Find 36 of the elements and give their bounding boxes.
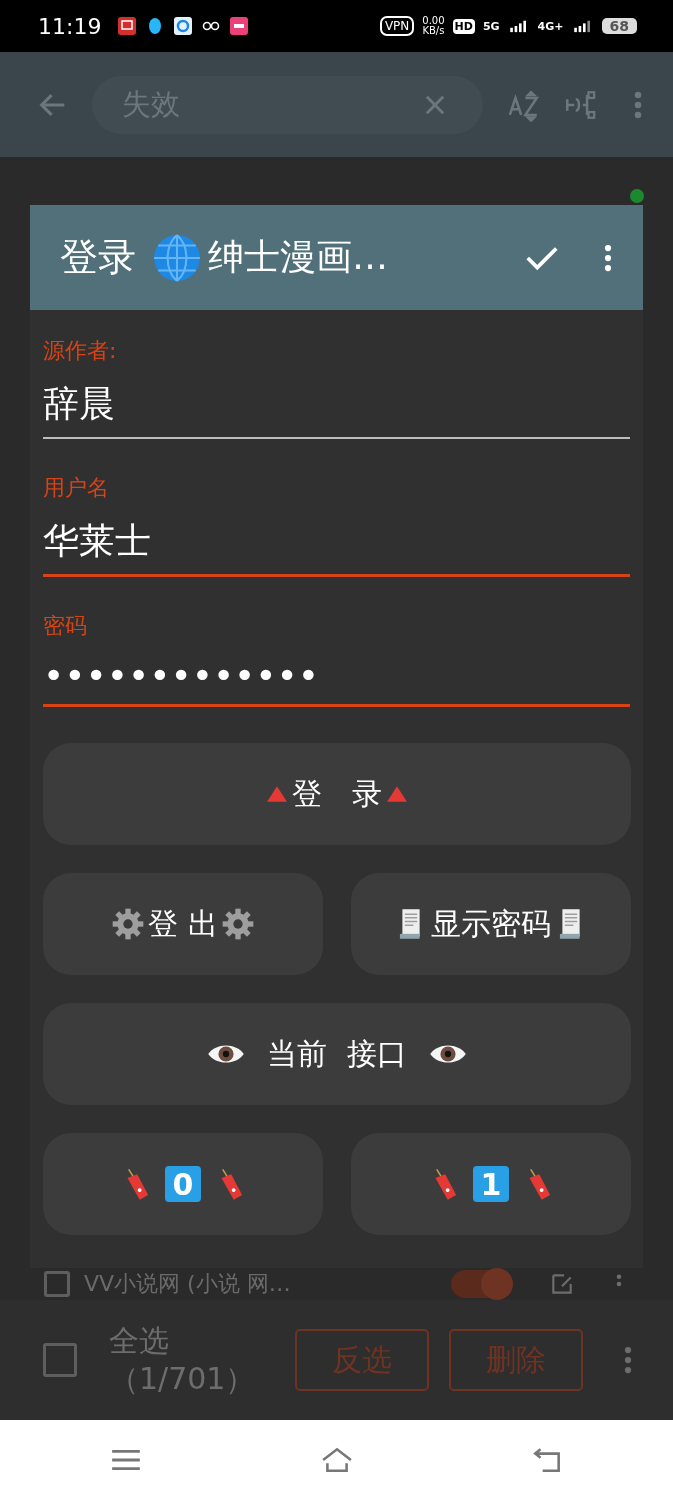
vpn-badge: VPN bbox=[379, 16, 415, 36]
hd-badge: HD bbox=[452, 18, 475, 34]
clock: 11:19 bbox=[38, 13, 102, 39]
app-notification-icon bbox=[117, 16, 138, 36]
select-all-label: 全选 bbox=[109, 1322, 170, 1360]
action-button[interactable]: 登 录 bbox=[43, 743, 631, 845]
menu-icon[interactable] bbox=[109, 1447, 142, 1473]
app-notification-icon bbox=[173, 16, 194, 36]
dialog-title: 登录 bbox=[60, 234, 136, 281]
input-field[interactable]: 辞晨 bbox=[43, 380, 630, 439]
edit-icon[interactable] bbox=[549, 1271, 575, 1297]
field-label: 用户名 bbox=[43, 474, 110, 502]
network-speed: 0.00 KB/s bbox=[422, 16, 445, 36]
status-dot bbox=[630, 189, 644, 203]
battery-indicator: 68 bbox=[601, 18, 637, 34]
action-button[interactable]: 登 出 bbox=[43, 873, 323, 975]
source-title: 绅士漫画… bbox=[208, 235, 389, 279]
input-field[interactable]: ••••••••••••• bbox=[43, 655, 630, 707]
network-label: 4G+ bbox=[537, 19, 564, 33]
toggle-switch[interactable] bbox=[451, 1270, 511, 1298]
field-label: 密码 bbox=[43, 612, 88, 640]
selection-count: （1/701） bbox=[109, 1360, 257, 1398]
gear-icon bbox=[221, 908, 254, 940]
input-field[interactable]: 华莱士 bbox=[43, 517, 630, 577]
gear-icon bbox=[112, 908, 145, 940]
checkbox[interactable] bbox=[43, 1343, 77, 1377]
action-button[interactable]: 当前 接口 bbox=[43, 1003, 631, 1105]
app-notification-icon bbox=[229, 16, 250, 36]
network-label: 5G bbox=[482, 19, 500, 33]
action-button[interactable]: 显示密码 bbox=[351, 873, 631, 975]
source-name: VV小说网 (小说 网… bbox=[84, 1270, 292, 1298]
field-label: 源作者: bbox=[43, 337, 118, 365]
checkbox[interactable] bbox=[44, 1271, 70, 1297]
home-icon[interactable] bbox=[320, 1447, 353, 1473]
more-icon[interactable] bbox=[633, 89, 643, 120]
globe-icon bbox=[152, 232, 202, 283]
